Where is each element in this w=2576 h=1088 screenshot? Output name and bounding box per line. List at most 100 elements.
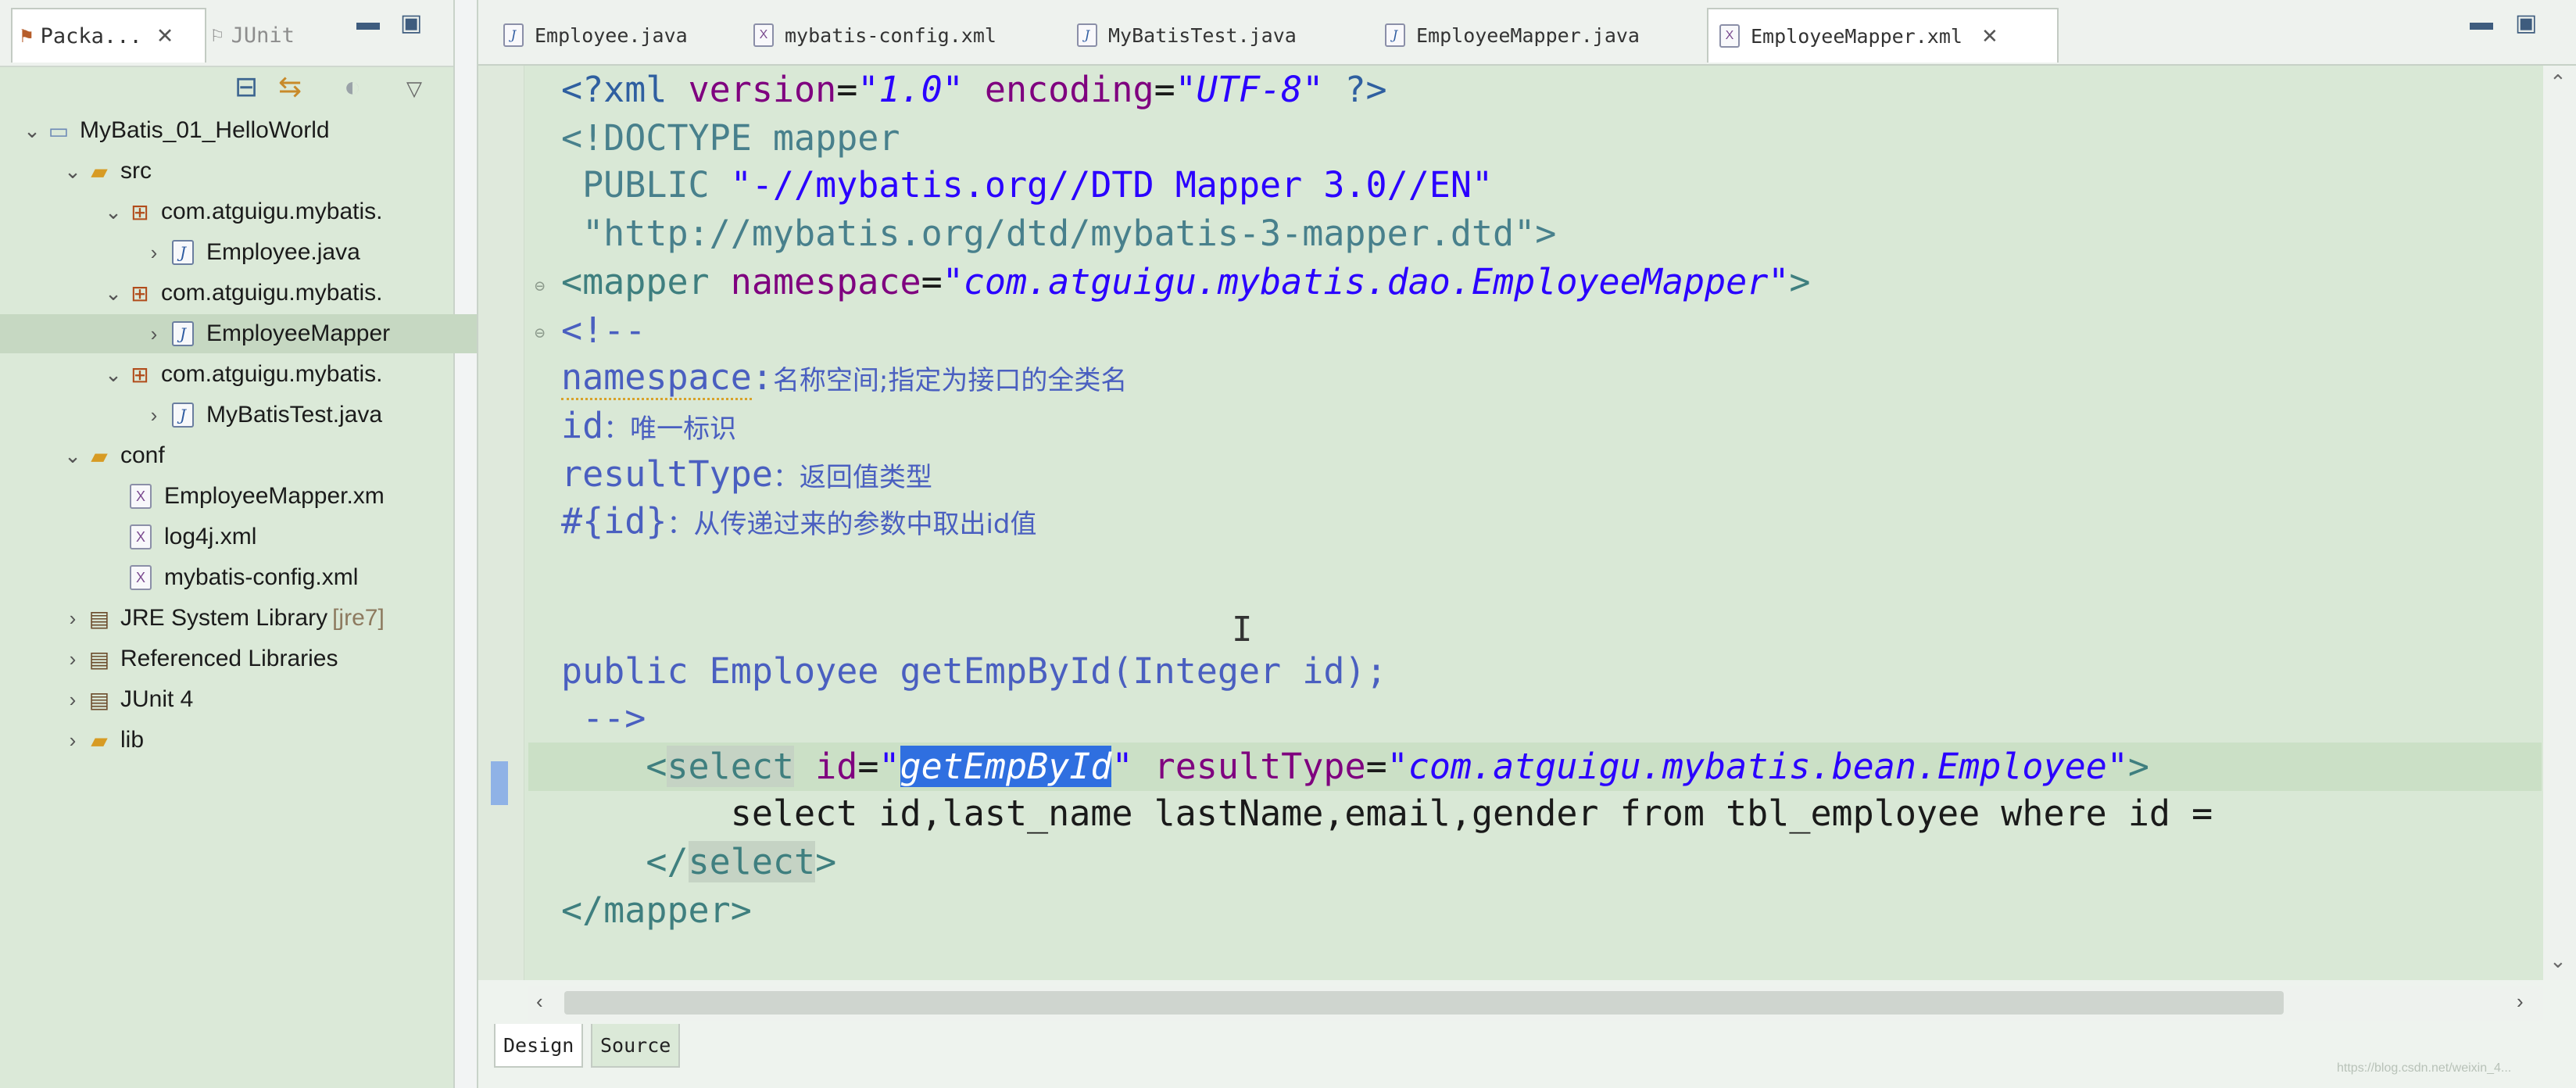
collapsed-icon[interactable]: › <box>59 728 86 753</box>
code-token: "-//mybatis.org//DTD Mapper 3.0//EN" <box>730 164 1494 206</box>
tree-item-decoration: [jre7] <box>332 605 385 631</box>
tree-item-conf[interactable]: ⌄ ▰ conf <box>0 436 513 475</box>
scroll-down-icon[interactable]: ⌄ <box>2549 949 2567 973</box>
code-token: = <box>836 69 858 110</box>
left-tab-bar: ⚑ Packa... ✕ ⚐ JUnit ▬ ▣ <box>0 0 453 67</box>
expanded-icon[interactable]: ⌄ <box>100 281 127 306</box>
view-menu-icon[interactable]: ▽ <box>406 77 422 101</box>
fold-collapse-icon[interactable]: ⊖ <box>535 277 545 296</box>
collapsed-icon[interactable]: › <box>59 647 86 671</box>
tab-mybatistest-java[interactable]: J MyBatisTest.java <box>1066 8 1340 63</box>
java-file-icon: J <box>172 403 194 428</box>
code-token: ：唯一标识 <box>603 413 737 445</box>
tree-item-package[interactable]: ⌄ ⊞ com.atguigu.mybatis. <box>0 355 553 394</box>
tree-item-package[interactable]: ⌄ ⊞ com.atguigu.mybatis. <box>0 192 553 231</box>
collapsed-icon[interactable]: › <box>59 688 86 712</box>
expanded-icon[interactable]: ⌄ <box>100 200 127 224</box>
minimize-icon[interactable]: ▬ <box>2470 9 2493 36</box>
matching-tag-highlight: select <box>688 841 816 882</box>
tab-label: EmployeeMapper.xml <box>1751 24 1962 48</box>
tab-label: JUnit <box>231 23 295 48</box>
code-token: ：返回值类型 <box>772 462 932 493</box>
overview-ruler <box>478 66 524 980</box>
code-token: = <box>921 261 943 302</box>
close-icon[interactable]: ✕ <box>156 24 174 48</box>
tree-item-label: mybatis-config.xml <box>164 564 359 590</box>
tree-item-lib[interactable]: › ▰ lib <box>0 721 513 760</box>
code-line: select id,last_name lastName,email,gende… <box>561 793 2213 834</box>
java-file-icon: J <box>503 23 524 47</box>
close-icon[interactable]: ✕ <box>1981 24 1998 48</box>
tab-employee-java[interactable]: J Employee.java <box>492 8 735 63</box>
expanded-icon[interactable]: ⌄ <box>59 444 86 468</box>
tab-label: mybatis-config.xml <box>785 23 996 47</box>
xml-file-icon: X <box>130 484 152 509</box>
java-file-icon: J <box>172 240 194 265</box>
code-token: PUBLIC <box>561 164 731 206</box>
tree-item-label: JUnit 4 <box>120 686 194 712</box>
fold-collapse-icon[interactable]: ⊖ <box>535 324 545 343</box>
tab-mybatis-config-xml[interactable]: X mybatis-config.xml <box>742 8 1039 63</box>
minimize-icon[interactable]: ▬ <box>356 9 380 36</box>
text-selection[interactable]: getEmpById <box>900 746 1112 787</box>
tree-item-junit4[interactable]: › ▤ JUnit 4 <box>0 680 513 719</box>
watermark: https://blog.csdn.net/weixin_4... <box>2337 1061 2512 1075</box>
tab-junit[interactable]: ⚐ JUnit <box>211 8 295 63</box>
code-editor[interactable]: ⊖ ⊖ ⊖ <?xml version="1.0" encoding="UTF-… <box>478 66 2557 980</box>
code-line: <mapper namespace="com.atguigu.mybatis.d… <box>561 258 1810 306</box>
vertical-scrollbar[interactable]: ⌃ ⌄ <box>2543 66 2576 980</box>
tab-employeemapper-java[interactable]: J EmployeeMapper.java <box>1374 8 1679 63</box>
tree-item-label: conf <box>120 442 165 468</box>
code-token: " <box>878 746 900 787</box>
matching-tag-highlight: select <box>667 746 795 787</box>
tree-item-label: JRE System Library <box>120 605 328 631</box>
maximize-icon[interactable]: ▣ <box>400 9 422 37</box>
horizontal-scrollbar[interactable]: ‹ › <box>528 986 2543 1021</box>
code-token: : <box>751 356 773 398</box>
code-token: ：从传递过来的参数中取出id值 <box>667 509 1037 540</box>
code-token: > <box>2127 746 2149 787</box>
code-token: = <box>1154 69 1175 110</box>
tree-item-project[interactable]: ⌄ ▭ MyBatis_01_HelloWorld <box>0 111 472 150</box>
tree-item-src[interactable]: ⌄ ▰ src <box>0 152 513 191</box>
collapse-all-icon[interactable]: ⊟ <box>234 70 258 103</box>
expanded-icon[interactable]: ⌄ <box>100 363 127 387</box>
left-toolbar: ⊟ ⇆ ◐ ▽ <box>0 66 453 109</box>
xml-file-icon: X <box>130 565 152 590</box>
tab-design[interactable]: Design <box>494 1024 584 1068</box>
code-token: namespace <box>561 356 752 400</box>
collapsed-icon[interactable]: › <box>141 403 167 428</box>
scrollbar-thumb[interactable] <box>564 991 2284 1015</box>
project-icon: ▭ <box>48 118 70 143</box>
tab-label: Packa... <box>40 23 142 48</box>
code-token: > <box>815 841 837 882</box>
tab-employeemapper-xml[interactable]: X EmployeeMapper.xml ✕ <box>1707 8 2059 63</box>
tree-item-label: log4j.xml <box>164 524 257 549</box>
collapsed-icon[interactable]: › <box>59 607 86 631</box>
code-token: </ <box>646 841 689 882</box>
text-cursor-icon: I <box>1232 610 1253 650</box>
tab-source[interactable]: Source <box>591 1024 681 1068</box>
folder-icon: ▰ <box>91 728 108 753</box>
tree-item-label: EmployeeMapper <box>206 320 391 346</box>
tree-item-package[interactable]: ⌄ ⊞ com.atguigu.mybatis. <box>0 274 553 313</box>
collapsed-icon[interactable]: › <box>141 322 167 346</box>
tree-item-label: Employee.java <box>206 239 360 265</box>
tree-item-referenced-libraries[interactable]: › ▤ Referenced Libraries <box>0 639 513 678</box>
junit-icon: ⚐ <box>211 23 224 47</box>
focus-icon[interactable]: ◐ <box>344 70 361 103</box>
maximize-icon[interactable]: ▣ <box>2515 9 2537 37</box>
tab-package-explorer[interactable]: ⚑ Packa... ✕ <box>11 8 206 63</box>
expanded-icon[interactable]: ⌄ <box>19 119 45 143</box>
collapsed-icon[interactable]: › <box>141 241 167 265</box>
code-token: ?> <box>1323 69 1387 110</box>
code-line: <?xml version="1.0" encoding="UTF-8" ?> <box>561 66 1387 114</box>
scroll-right-icon[interactable]: › <box>2517 990 2524 1014</box>
tree-item-label: lib <box>120 727 145 753</box>
tree-item-jre-library[interactable]: › ▤ JRE System Library [jre7] <box>0 599 513 638</box>
expanded-icon[interactable]: ⌄ <box>59 159 86 184</box>
link-with-editor-icon[interactable]: ⇆ <box>278 70 302 103</box>
scroll-left-icon[interactable]: ‹ <box>536 990 543 1014</box>
scroll-up-icon[interactable]: ⌃ <box>2549 70 2567 95</box>
